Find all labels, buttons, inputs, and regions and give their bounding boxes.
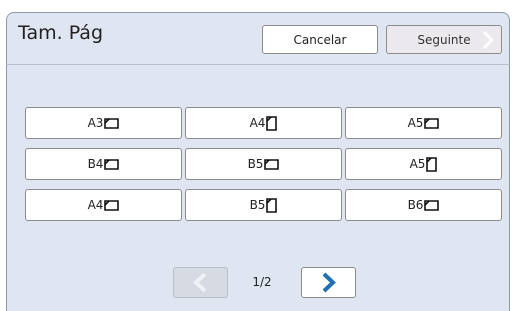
size-label: A5: [409, 157, 426, 171]
size-option-b5-landscape[interactable]: B5: [185, 148, 342, 180]
landscape-page-icon: [264, 158, 280, 170]
size-label: A5: [407, 116, 424, 130]
page-title: Tam. Pág: [18, 22, 103, 44]
size-label: B5: [247, 157, 264, 171]
landscape-page-icon: [104, 117, 120, 129]
landscape-page-icon: [104, 158, 120, 170]
size-label: A4: [87, 198, 104, 212]
size-option-a3-landscape[interactable]: A3: [25, 107, 182, 139]
size-option-b4-landscape[interactable]: B4: [25, 148, 182, 180]
size-label: B5: [249, 198, 266, 212]
size-option-a5-landscape[interactable]: A5: [345, 107, 502, 139]
landscape-page-icon: [424, 199, 440, 211]
size-label: B4: [87, 157, 104, 171]
chevron-left-icon: [193, 272, 207, 293]
next-step-button[interactable]: Seguinte: [386, 25, 502, 54]
cancel-button-label: Cancelar: [293, 32, 347, 47]
page-indicator: 1/2: [252, 275, 272, 289]
size-label: B6: [407, 198, 424, 212]
next-page-button[interactable]: [301, 267, 356, 298]
portrait-page-icon: [266, 115, 278, 131]
portrait-page-icon: [266, 197, 278, 213]
next-step-button-label: Seguinte: [417, 32, 471, 47]
size-option-a5-portrait[interactable]: A5: [345, 148, 502, 180]
landscape-page-icon: [104, 199, 120, 211]
cancel-button[interactable]: Cancelar: [262, 25, 378, 54]
size-option-b6-landscape[interactable]: B6: [345, 189, 502, 221]
portrait-page-icon: [426, 156, 438, 172]
size-option-a4-portrait[interactable]: A4: [185, 107, 342, 139]
size-option-b5-portrait[interactable]: B5: [185, 189, 342, 221]
size-option-a4-landscape[interactable]: A4: [25, 189, 182, 221]
landscape-page-icon: [424, 117, 440, 129]
chevron-right-icon: [482, 30, 495, 50]
prev-page-button[interactable]: [173, 267, 228, 298]
size-label: A3: [87, 116, 104, 130]
chevron-right-icon: [322, 272, 336, 293]
header-divider: [6, 64, 510, 65]
size-label: A4: [249, 116, 266, 130]
